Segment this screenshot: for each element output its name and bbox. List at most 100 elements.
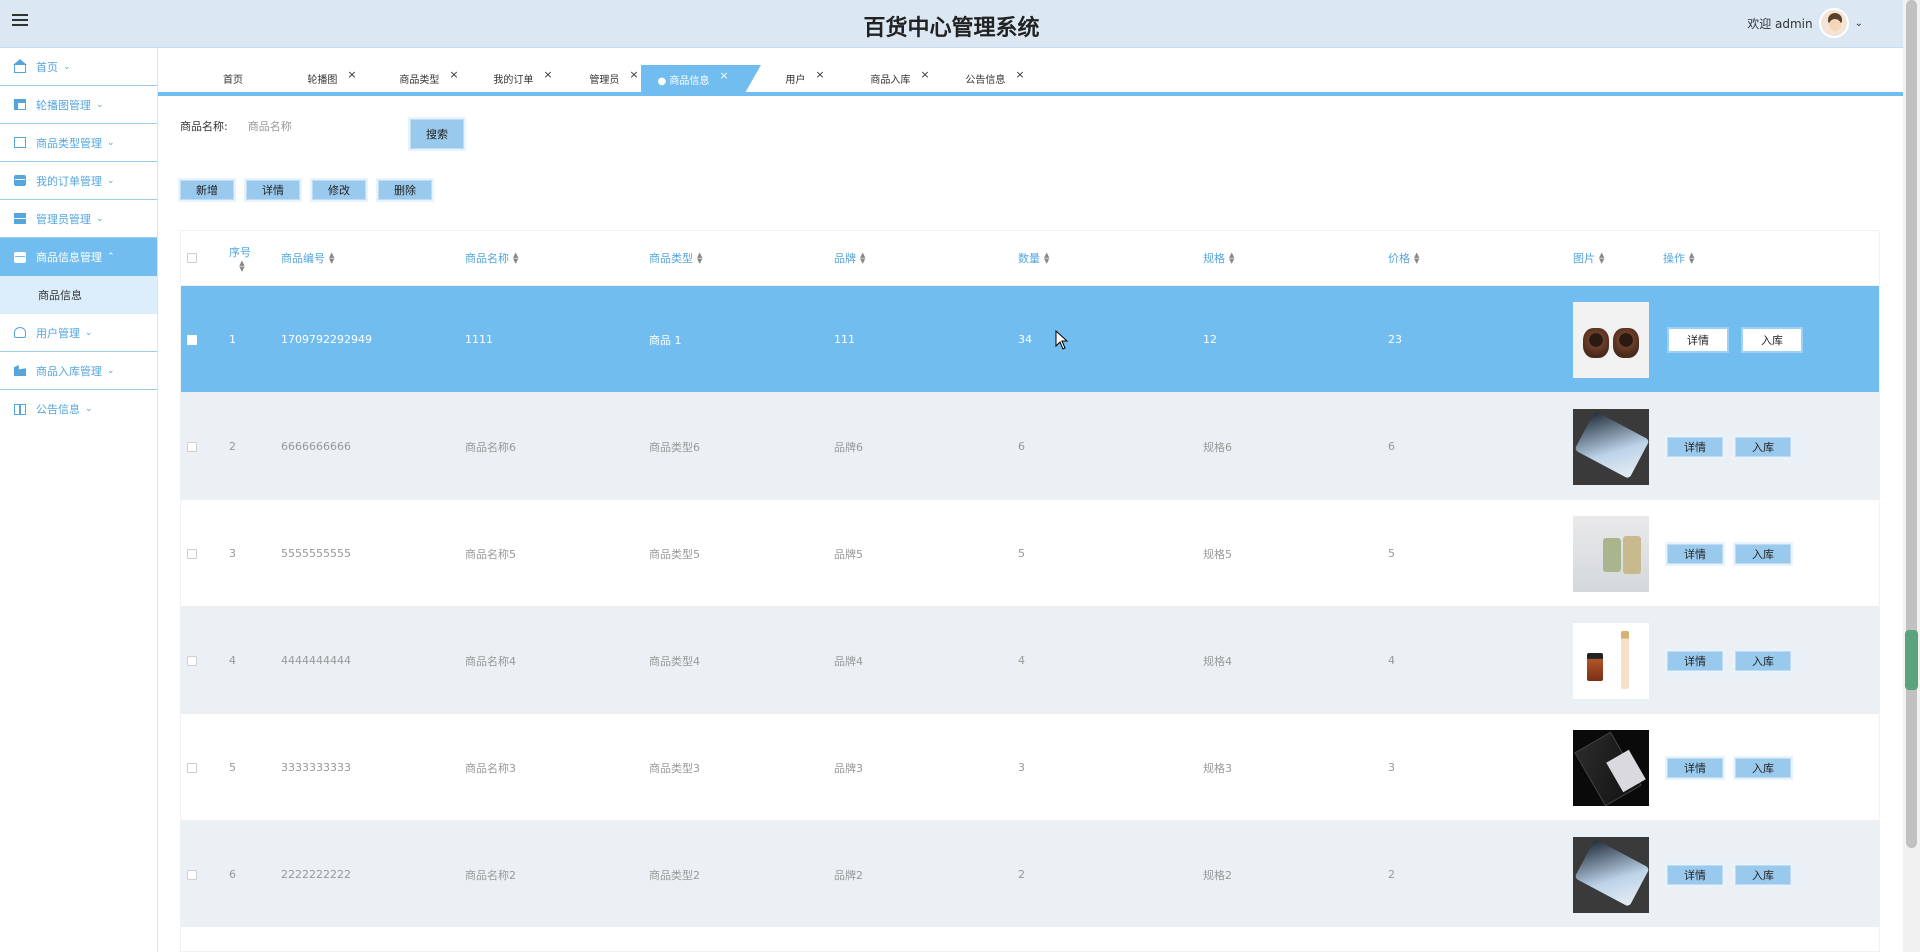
header-spec[interactable]: 规格 ▲ ▼ bbox=[1203, 231, 1234, 285]
user-menu[interactable]: 欢迎 admin ⌄ bbox=[1747, 8, 1863, 38]
box-icon bbox=[14, 175, 26, 186]
table-row[interactable]: 6 2222222222 商品名称2 商品类型2 品牌2 2 规格2 2 详情 入库 bbox=[181, 820, 1879, 927]
chevron-down-icon: ⌄ bbox=[85, 404, 93, 414]
tab-carousel[interactable]: 轮播图 × bbox=[292, 65, 372, 92]
row-checkbox[interactable] bbox=[187, 714, 197, 821]
cell-name: 商品名称5 bbox=[465, 547, 516, 561]
add-button[interactable]: 新增 bbox=[180, 180, 234, 200]
table-row[interactable]: 1 1709792292949 1111 商品 1 111 34 12 23 详情 入库 bbox=[181, 285, 1879, 392]
sidebar-item-notice[interactable]: 公告信息 ⌄ bbox=[0, 390, 157, 428]
search-input[interactable] bbox=[247, 119, 408, 133]
cell-name: 商品名称4 bbox=[465, 654, 516, 668]
table-row[interactable]: 2 6666666666 商品名称6 商品类型6 品牌6 6 规格6 6 详情 入库 bbox=[181, 392, 1879, 499]
close-icon[interactable]: × bbox=[629, 68, 638, 81]
cell-qty: 5 bbox=[1018, 547, 1025, 560]
tab-orders[interactable]: 我的订单 × bbox=[478, 65, 568, 92]
close-icon[interactable]: × bbox=[449, 68, 458, 81]
cell-spec: 规格3 bbox=[1203, 761, 1232, 775]
row-checkbox[interactable] bbox=[187, 500, 197, 607]
sidebar-item-home[interactable]: 首页 ⌄ bbox=[0, 48, 157, 86]
sort-icon: ▲ ▼ bbox=[239, 259, 245, 273]
header-price[interactable]: 价格 ▲ ▼ bbox=[1388, 231, 1419, 285]
sidebar-item-product-type[interactable]: 商品类型管理 ⌄ bbox=[0, 124, 157, 162]
cell-brand: 品牌2 bbox=[834, 868, 863, 882]
product-thumbnail[interactable] bbox=[1573, 515, 1649, 592]
table-body: 1 1709792292949 1111 商品 1 111 34 12 23 详情 入库 2 6666… bbox=[181, 285, 1879, 927]
search-button[interactable]: 搜索 bbox=[410, 119, 464, 149]
scrollbar-thumb[interactable] bbox=[1906, 0, 1917, 848]
chevron-down-icon[interactable]: ⌄ bbox=[1855, 18, 1863, 29]
table-row[interactable]: 3 5555555555 商品名称5 商品类型5 品牌5 5 规格5 5 详情 入库 bbox=[181, 499, 1879, 606]
row-detail-button[interactable]: 详情 bbox=[1667, 864, 1723, 885]
cell-price: 2 bbox=[1388, 868, 1395, 881]
sidebar: 首页 ⌄ 轮播图管理 ⌄ 商品类型管理 ⌄ 我的订单管理 ⌄ 管理员管理 ⌄ 商品信息管理… bbox=[0, 48, 158, 952]
chevron-down-icon: ⌄ bbox=[85, 327, 93, 338]
tab-product-info[interactable]: ● 商品信息 × bbox=[641, 65, 761, 93]
cell-ops: 详情 入库 bbox=[1667, 393, 1803, 500]
row-detail-button[interactable]: 详情 bbox=[1667, 326, 1729, 353]
sidebar-item-product-info[interactable]: 商品信息管理 ⌃ bbox=[0, 238, 157, 276]
row-detail-button[interactable]: 详情 bbox=[1667, 650, 1723, 671]
header-qty[interactable]: 数量 ▲ ▼ bbox=[1018, 231, 1049, 285]
product-thumbnail[interactable] bbox=[1573, 408, 1649, 485]
product-thumbnail[interactable] bbox=[1573, 622, 1649, 699]
sidebar-subitem-product-info[interactable]: 商品信息 bbox=[0, 276, 157, 314]
table-row[interactable]: 5 3333333333 商品名称3 商品类型3 品牌3 3 规格3 3 详情 入库 bbox=[181, 713, 1879, 820]
table-row[interactable]: 4 4444444444 商品名称4 商品类型4 品牌4 4 规格4 4 详情 入库 bbox=[181, 606, 1879, 713]
side-widget-handle[interactable] bbox=[1905, 630, 1918, 690]
user-icon bbox=[14, 327, 26, 338]
close-icon[interactable]: × bbox=[1015, 68, 1024, 81]
sort-icon: ▲ ▼ bbox=[329, 251, 335, 265]
close-icon[interactable]: × bbox=[920, 68, 929, 81]
row-checkbox[interactable] bbox=[187, 286, 197, 393]
sidebar-item-carousel[interactable]: 轮播图管理 ⌄ bbox=[0, 86, 157, 124]
cell-name: 商品名称3 bbox=[465, 761, 516, 775]
header-name[interactable]: 商品名称 ▲ ▼ bbox=[465, 231, 518, 285]
cell-type: 商品类型5 bbox=[649, 547, 700, 561]
header-index[interactable]: 序号 ▲ ▼ bbox=[229, 231, 251, 285]
row-stock-in-button[interactable]: 入库 bbox=[1735, 757, 1791, 778]
header-image[interactable]: 图片 ▲ ▼ bbox=[1573, 231, 1604, 285]
close-icon[interactable]: × bbox=[719, 69, 728, 82]
row-checkbox[interactable] bbox=[187, 607, 197, 714]
tab-product-type[interactable]: 商品类型 × bbox=[384, 65, 474, 92]
select-all-checkbox[interactable] bbox=[187, 231, 197, 285]
close-icon[interactable]: × bbox=[543, 68, 552, 81]
home-icon bbox=[13, 58, 27, 73]
row-detail-button[interactable]: 详情 bbox=[1667, 757, 1723, 778]
vertical-scrollbar[interactable] bbox=[1903, 0, 1920, 952]
header-ops[interactable]: 操作 ▲ ▼ bbox=[1663, 231, 1694, 285]
row-stock-in-button[interactable]: 入库 bbox=[1735, 864, 1791, 885]
sidebar-item-users[interactable]: 用户管理 ⌄ bbox=[0, 314, 157, 352]
cell-qty: 34 bbox=[1018, 333, 1032, 346]
row-stock-in-button[interactable]: 入库 bbox=[1735, 543, 1791, 564]
header-brand[interactable]: 品牌 ▲ ▼ bbox=[834, 231, 865, 285]
tab-bar: 首页 轮播图 × 商品类型 × 我的订单 × 管理员 × ● 商品信息 × 用户 × 商品入… bbox=[158, 48, 1903, 96]
product-thumbnail[interactable] bbox=[1573, 729, 1649, 806]
avatar[interactable] bbox=[1818, 8, 1849, 38]
row-detail-button[interactable]: 详情 bbox=[1667, 543, 1723, 564]
tab-users[interactable]: 用户 × bbox=[770, 65, 840, 92]
sidebar-item-stock-in[interactable]: 商品入库管理 ⌄ bbox=[0, 352, 157, 390]
detail-button[interactable]: 详情 bbox=[246, 180, 300, 200]
row-detail-button[interactable]: 详情 bbox=[1667, 436, 1723, 457]
cell-brand: 品牌6 bbox=[834, 440, 863, 454]
header-code[interactable]: 商品编号 ▲ ▼ bbox=[281, 231, 334, 285]
sidebar-item-admin[interactable]: 管理员管理 ⌄ bbox=[0, 200, 157, 238]
row-stock-in-button[interactable]: 入库 bbox=[1735, 436, 1791, 457]
tab-home[interactable]: 首页 bbox=[198, 65, 268, 92]
tab-stock-in[interactable]: 商品入库 × bbox=[855, 65, 945, 92]
row-checkbox[interactable] bbox=[187, 821, 197, 928]
edit-button[interactable]: 修改 bbox=[312, 180, 366, 200]
product-thumbnail[interactable] bbox=[1573, 836, 1649, 913]
header-type[interactable]: 商品类型 ▲ ▼ bbox=[649, 231, 702, 285]
row-stock-in-button[interactable]: 入库 bbox=[1735, 650, 1791, 671]
row-stock-in-button[interactable]: 入库 bbox=[1741, 326, 1803, 353]
close-icon[interactable]: × bbox=[347, 68, 356, 81]
tab-notice[interactable]: 公告信息 × bbox=[950, 65, 1040, 92]
product-thumbnail[interactable] bbox=[1573, 301, 1649, 378]
close-icon[interactable]: × bbox=[815, 68, 824, 81]
row-checkbox[interactable] bbox=[187, 393, 197, 500]
sidebar-item-orders[interactable]: 我的订单管理 ⌄ bbox=[0, 162, 157, 200]
delete-button[interactable]: 删除 bbox=[378, 180, 432, 200]
